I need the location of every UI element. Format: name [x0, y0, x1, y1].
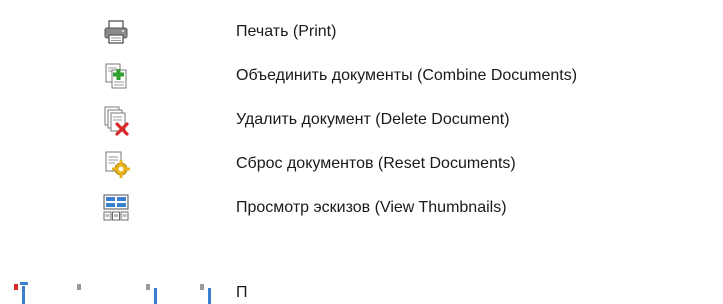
- delete-document-icon[interactable]: [100, 104, 132, 136]
- partial-toolbar-icons: [14, 278, 224, 304]
- reset-documents-icon[interactable]: [100, 148, 132, 180]
- legend-row-reset: Сброс документов (Reset Documents): [0, 144, 723, 184]
- view-thumbnails-icon[interactable]: [100, 192, 132, 224]
- navigation-step-icon[interactable]: [146, 278, 176, 304]
- view-thumbnails-label: Просмотр эскизов (View Thumbnails): [236, 199, 507, 216]
- navigation-marker-icon[interactable]: [74, 278, 84, 304]
- legend-row-print: Печать (Print): [0, 12, 723, 52]
- navigation-end-icon[interactable]: [200, 278, 220, 304]
- printer-icon[interactable]: [100, 16, 132, 48]
- combine-documents-icon[interactable]: [100, 60, 132, 92]
- combine-documents-label: Объединить документы (Combine Documents): [236, 67, 578, 84]
- legend-row-combine: Объединить документы (Combine Documents): [0, 56, 723, 96]
- print-label: Печать (Print): [236, 23, 337, 40]
- navigation-start-icon[interactable]: [14, 278, 44, 304]
- legend-row-delete: Удалить документ (Delete Document): [0, 100, 723, 140]
- reset-documents-label: Сброс документов (Reset Documents): [236, 155, 516, 172]
- delete-document-label: Удалить документ (Delete Document): [236, 111, 510, 128]
- partial-row-label: П: [236, 284, 248, 301]
- legend-row-thumbnails: Просмотр эскизов (View Thumbnails): [0, 188, 723, 228]
